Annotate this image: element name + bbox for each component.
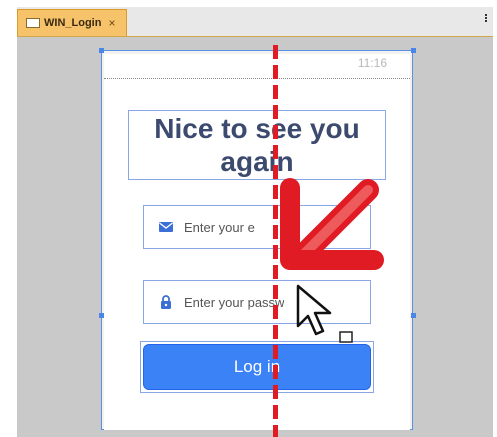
login-button[interactable]: Log in [143, 344, 371, 390]
resize-handle-right[interactable] [411, 313, 416, 318]
resize-handle-top-left[interactable] [99, 48, 104, 53]
resize-handle-top-right[interactable] [411, 48, 416, 53]
document-icon [26, 18, 40, 28]
envelope-icon [158, 219, 174, 235]
arrow-down-left-icon [280, 178, 384, 270]
status-bar-divider [104, 78, 410, 79]
mouse-pointer-icon [296, 284, 353, 343]
tab-label: WIN_Login [44, 17, 102, 29]
tab-bar: WIN_Login × [17, 7, 493, 37]
tab-win-login[interactable]: WIN_Login × [17, 9, 127, 36]
more-icon[interactable] [481, 13, 491, 25]
email-placeholder: Enter your e [184, 219, 255, 235]
status-time: 11:16 [357, 56, 387, 70]
password-placeholder: Enter your passw [184, 294, 285, 310]
tab-close-button[interactable]: × [108, 17, 115, 29]
lock-icon [158, 294, 174, 310]
